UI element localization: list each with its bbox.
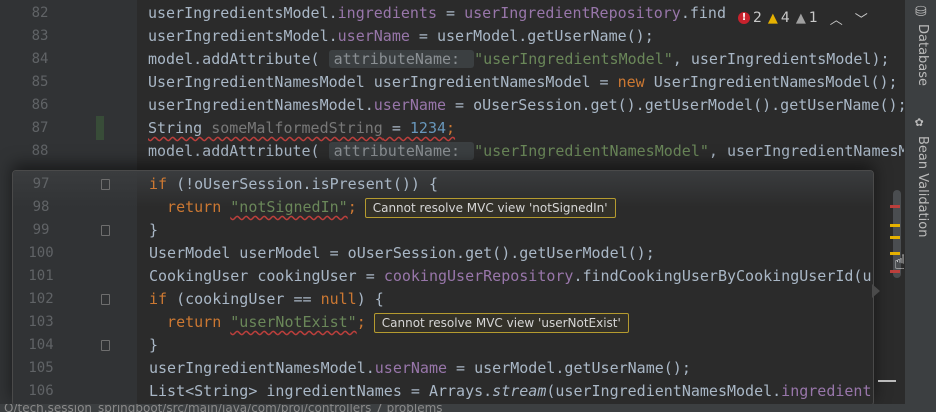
right-tool-window-bar: ⛁ Database ✿ Bean Validation xyxy=(904,0,936,412)
code-text[interactable]: userIngredientNamesModel.userName = oUse… xyxy=(148,94,907,117)
code-line[interactable]: 83 userIngredientsModel.userName = userMo… xyxy=(0,25,900,48)
weak-warning-count[interactable]: ▲ 1 xyxy=(796,10,818,26)
code-line[interactable]: 105 userIngredientNamesModel.userName = u… xyxy=(13,357,873,380)
popup-pointer xyxy=(872,284,880,298)
error-stripe-mark[interactable] xyxy=(890,205,900,208)
code-line[interactable]: 106 List<String> ingredientNames = Arrays… xyxy=(13,380,873,403)
warning-icon: ▲ xyxy=(767,10,778,26)
code-text[interactable]: UserModel userModel = oUserSession.get()… xyxy=(149,242,655,265)
warning-stripe-mark[interactable] xyxy=(890,224,900,227)
line-number: 101 xyxy=(28,268,54,284)
code-line[interactable]: 88 model.addAttribute( attributeName: "us… xyxy=(0,140,917,163)
line-number: 97 xyxy=(32,176,50,192)
code-line[interactable]: 101 CookingUser cookingUser = cookingUser… xyxy=(13,265,873,288)
code-line[interactable]: 103 return "userNotExist"; Cannot resolve… xyxy=(13,311,873,334)
code-text[interactable]: if (!oUserSession.isPresent()) { xyxy=(149,173,438,196)
code-text[interactable]: model.addAttribute( attributeName: "user… xyxy=(148,48,890,71)
next-highlight-chevron-down-icon[interactable]: ﹀ xyxy=(855,9,868,28)
code-text[interactable]: return "userNotExist"; Cannot resolve MVC… xyxy=(149,311,629,334)
code-text[interactable]: } xyxy=(149,334,158,357)
warning-stripe-mark[interactable] xyxy=(890,236,900,239)
line-number: 105 xyxy=(28,360,54,376)
code-text[interactable]: userIngredientNamesModel.userName = user… xyxy=(149,357,691,380)
code-text[interactable]: userIngredientsModel.userName = userMode… xyxy=(148,25,654,48)
code-line[interactable]: 104} xyxy=(13,334,873,357)
code-text[interactable]: return "notSignedIn"; Cannot resolve MVC … xyxy=(149,196,616,219)
line-number: 86 xyxy=(31,97,49,113)
code-line[interactable]: 102 if (cookingUser == null) { xyxy=(13,288,873,311)
database-tool-tab[interactable]: Database xyxy=(915,24,930,86)
code-text[interactable]: model.addAttribute( attributeName: "user… xyxy=(148,140,917,163)
line-number: 100 xyxy=(28,245,54,261)
line-number: 99 xyxy=(32,222,50,238)
code-text[interactable]: String someMalformedString = 1234; xyxy=(148,117,455,140)
inspection-tooltip[interactable]: Cannot resolve MVC view 'notSignedIn' xyxy=(364,197,616,218)
line-number: 106 xyxy=(28,383,54,399)
line-number: 98 xyxy=(32,199,50,215)
error-count[interactable]: ! 2 xyxy=(738,10,762,26)
error-icon: ! xyxy=(738,12,750,24)
code-line[interactable]: 100 UserModel userModel = oUserSession.ge… xyxy=(13,242,873,265)
status-bar: Q/tech.session_springboot/src/main/java/… xyxy=(0,404,936,412)
line-number: 88 xyxy=(31,143,49,159)
line-number: 85 xyxy=(31,74,49,90)
bean-validation-tool-tab[interactable]: Bean Validation xyxy=(915,136,930,237)
code-text[interactable]: if (cookingUser == null) { xyxy=(149,288,384,311)
previous-highlight-chevron-up-icon[interactable]: ︿ xyxy=(830,9,843,28)
bean-validation-icon[interactable]: ✿ xyxy=(915,114,923,130)
inspection-widget[interactable]: ! 2 ▲ 4 ▲ 1 ︿ ﹀ xyxy=(738,8,868,28)
code-line[interactable]: 84 model.addAttribute( attributeName: "us… xyxy=(0,48,900,71)
database-icon[interactable]: ⛁ xyxy=(915,4,927,20)
weak-warning-icon: ▲ xyxy=(795,10,806,26)
line-number: 83 xyxy=(31,28,49,44)
code-line[interactable]: 99} xyxy=(13,219,873,242)
line-number: 104 xyxy=(28,337,54,353)
collapse-minus-icon[interactable] xyxy=(878,380,896,382)
error-stripe[interactable] xyxy=(886,0,900,412)
code-line[interactable]: 98 return "notSignedIn"; Cannot resolve M… xyxy=(13,196,873,219)
code-line[interactable]: 87 String someMalformedString = 1234; xyxy=(0,117,900,140)
line-number: 82 xyxy=(31,5,49,21)
line-number: 87 xyxy=(31,120,49,136)
code-text[interactable]: UserIngredientNamesModel userIngredientN… xyxy=(148,71,898,94)
line-number: 103 xyxy=(28,314,54,330)
code-line[interactable]: 86 userIngredientNamesModel.userName = oU… xyxy=(0,94,907,117)
code-line[interactable]: 85 UserIngredientNamesModel userIngredien… xyxy=(0,71,900,94)
warning-count[interactable]: ▲ 4 xyxy=(768,10,790,26)
line-number: 102 xyxy=(28,291,54,307)
code-text[interactable]: List<String> ingredientNames = Arrays.st… xyxy=(149,380,871,403)
inspection-tooltip[interactable]: Cannot resolve MVC view 'userNotExist' xyxy=(373,312,629,333)
code-line[interactable]: 97 if (!oUserSession.isPresent()) { xyxy=(13,173,873,196)
code-text[interactable]: userIngredientsModel.ingredients = userI… xyxy=(148,2,726,25)
code-text[interactable]: CookingUser cookingUser = cookingUserRep… xyxy=(149,265,871,288)
line-number: 84 xyxy=(31,51,49,67)
code-text[interactable]: } xyxy=(149,219,158,242)
code-preview-popup: 97 if (!oUserSession.isPresent()) {98 ret… xyxy=(12,170,874,406)
